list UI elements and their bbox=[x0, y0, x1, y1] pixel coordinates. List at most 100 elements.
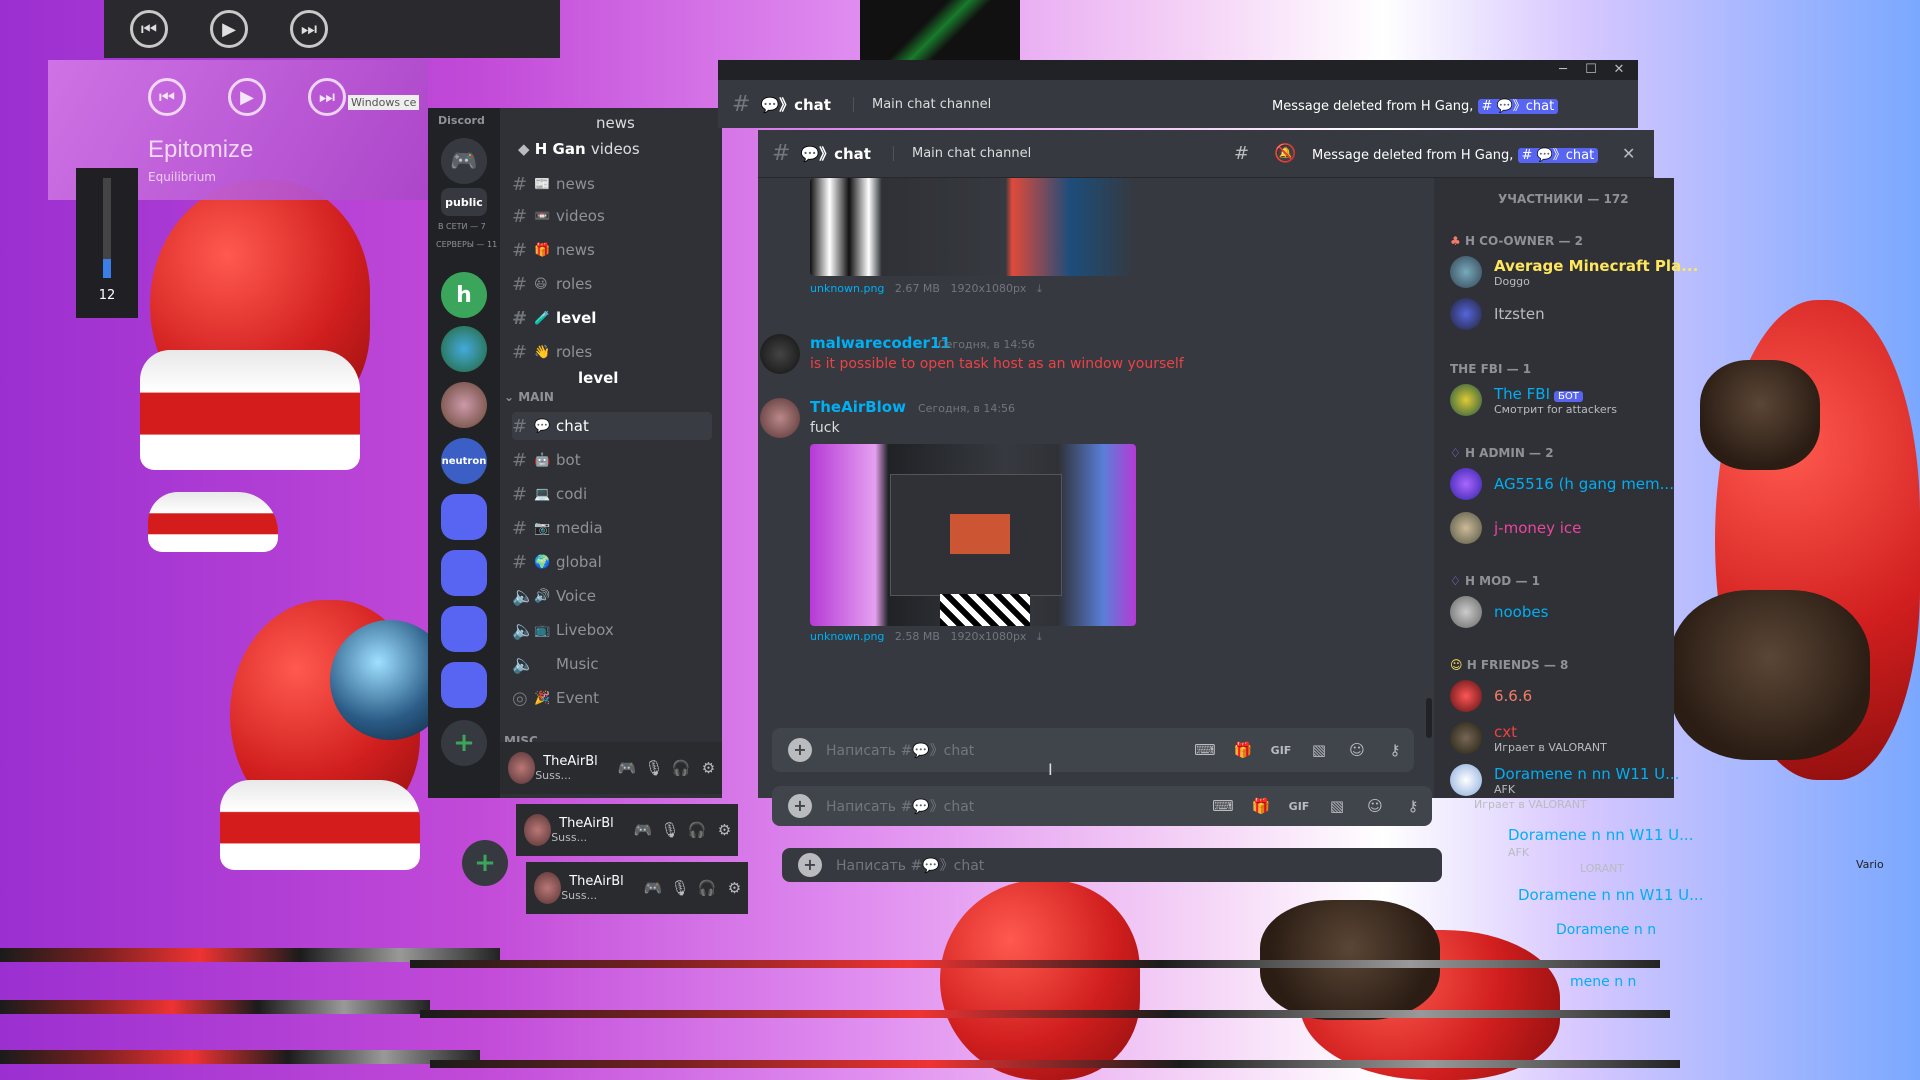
sticker-icon[interactable]: ▧ bbox=[1300, 741, 1338, 759]
member-status-echo: LORANT bbox=[1580, 862, 1625, 875]
hash-icon: # bbox=[772, 141, 791, 166]
server-folder-icon[interactable] bbox=[441, 550, 487, 596]
server-avatar-icon[interactable] bbox=[441, 382, 487, 428]
gamepad-icon[interactable]: 🎮 bbox=[613, 759, 640, 777]
mute-icon: 🎙 bbox=[660, 821, 680, 839]
server-name[interactable]: ◆ H Gan videos bbox=[500, 140, 722, 170]
message-author[interactable]: malwarecoder11 bbox=[810, 334, 951, 352]
headphones-icon: 🎧 bbox=[687, 821, 707, 839]
channel-level[interactable]: # 🧪 level bbox=[512, 304, 712, 332]
image-attachment[interactable] bbox=[810, 178, 1136, 276]
play-button[interactable]: ▶ bbox=[228, 78, 266, 116]
message-input-echo: + Написать #💬》chat ⌨ 🎁 GIF ▧ ☺ ⚷ bbox=[772, 786, 1432, 826]
threads-icon[interactable]: # bbox=[1234, 143, 1249, 164]
scrollbar[interactable] bbox=[1426, 698, 1432, 738]
message-input-placeholder: Написать #💬》chat bbox=[826, 743, 975, 759]
user-info[interactable]: TheAirBl Suss... bbox=[535, 754, 613, 782]
member-name-echo: Doramene n nn W11 U... bbox=[1508, 826, 1694, 844]
member-item[interactable]: 6.6.6 bbox=[1450, 676, 1532, 716]
server-folder-icon[interactable] bbox=[441, 606, 487, 652]
channel-roles[interactable]: # 😃 roles bbox=[512, 270, 712, 298]
add-server-button[interactable]: + bbox=[441, 720, 487, 766]
message-input[interactable]: + Написать #💬》chat ⌨ 🎁 GIF ▧ ☺ ⚷ bbox=[772, 728, 1414, 772]
channel-chat[interactable]: # 💬 chat bbox=[512, 412, 712, 440]
server-h-icon[interactable]: h bbox=[441, 272, 487, 318]
avatar[interactable] bbox=[508, 752, 536, 784]
avatar bbox=[1450, 722, 1482, 754]
server-folder-icon[interactable] bbox=[441, 494, 487, 540]
keyboard-icon[interactable]: ⌨ bbox=[1186, 741, 1224, 759]
category-main[interactable]: ⌄ MAIN bbox=[504, 390, 554, 404]
avatar[interactable] bbox=[760, 334, 800, 374]
previous-track-button[interactable]: ⏮ bbox=[148, 78, 186, 116]
member-item[interactable]: Average Minecraft Pla... Doggo bbox=[1450, 252, 1698, 292]
channel-name: 💬》chat bbox=[800, 145, 871, 163]
channel-global[interactable]: # 🌍 global bbox=[512, 548, 712, 576]
discord-home-icon[interactable]: 🎮 bbox=[441, 138, 487, 184]
channel-roles-2[interactable]: # 👋 roles bbox=[512, 338, 712, 366]
mute-icon[interactable]: 🎙 bbox=[640, 759, 667, 777]
add-server-button[interactable]: + bbox=[462, 840, 508, 886]
close-button[interactable]: ✕ bbox=[1606, 60, 1632, 80]
channel-emoji: 🔊 bbox=[534, 588, 551, 604]
member-item[interactable]: The FBI БОТ Смотрит for attackers bbox=[1450, 380, 1617, 420]
member-item[interactable]: j-money ice bbox=[1450, 508, 1581, 548]
chat-area: unknown.png 2.67 MB 1920x1080px ⤓ malwar… bbox=[758, 178, 1434, 798]
minimize-button[interactable]: ─ bbox=[1550, 60, 1576, 80]
channel-media[interactable]: # 📷 media bbox=[512, 514, 712, 542]
logo-art bbox=[860, 0, 1020, 60]
maximize-button[interactable]: ☐ bbox=[1578, 60, 1604, 80]
voice-channel-voice[interactable]: 🔈 🔊 Voice bbox=[512, 582, 712, 610]
emoji-icon[interactable]: ☺ bbox=[1338, 741, 1376, 759]
voice-channel-livebox[interactable]: 🔈 📺 Livebox bbox=[512, 616, 712, 644]
key-icon[interactable]: ⚷ bbox=[1376, 741, 1414, 759]
channel-bot[interactable]: # 🤖 bot bbox=[512, 446, 712, 474]
server-globe-icon[interactable] bbox=[441, 326, 487, 372]
server-folder-icon[interactable] bbox=[441, 662, 487, 708]
glitch-strip bbox=[420, 1010, 1670, 1018]
notification-bell-icon[interactable]: 🔕 bbox=[1274, 143, 1296, 164]
channel-emoji: 🧪 bbox=[534, 310, 551, 326]
attachment-link[interactable]: unknown.png bbox=[810, 630, 884, 643]
gift-icon[interactable]: 🎁 bbox=[1224, 741, 1262, 759]
channel-videos[interactable]: # 📼 videos bbox=[512, 202, 712, 230]
member-name-echo: Doramene n nn W11 U... bbox=[1518, 886, 1704, 904]
role-group-admin: ♢ H ADMIN — 2 bbox=[1450, 446, 1554, 460]
member-item[interactable]: AG5516 (h gang mem... bbox=[1450, 464, 1674, 504]
member-item[interactable]: Doramene n nn W11 U... AFK bbox=[1450, 760, 1679, 800]
channel-coding[interactable]: # 💻 codi bbox=[512, 480, 712, 508]
channel-label: media bbox=[556, 519, 603, 537]
download-icon[interactable]: ⤓ bbox=[1037, 630, 1042, 643]
member-item[interactable]: Itzsten bbox=[1450, 294, 1545, 334]
download-icon[interactable]: ⤓ bbox=[1037, 282, 1042, 295]
member-name: cxt bbox=[1494, 722, 1518, 741]
member-item[interactable]: cxt Играет в VALORANT bbox=[1450, 718, 1607, 758]
play-button[interactable]: ▶ bbox=[210, 10, 248, 48]
server-name-label: H Gan bbox=[534, 140, 586, 158]
headphones-icon[interactable]: 🎧 bbox=[668, 759, 695, 777]
toast-close-icon[interactable]: ✕ bbox=[1622, 144, 1635, 163]
voice-channel-music[interactable]: 🔈 Music bbox=[512, 650, 712, 678]
gear-icon: ⚙ bbox=[727, 879, 742, 897]
gif-button[interactable]: GIF bbox=[1262, 744, 1300, 757]
sticker-icon: ▧ bbox=[1329, 797, 1345, 815]
window-caption: Windows ce bbox=[348, 95, 420, 110]
attach-plus-icon[interactable]: + bbox=[788, 738, 812, 762]
stage-channel-event[interactable]: ◎ 🎉 Event bbox=[512, 684, 712, 712]
gear-icon[interactable]: ⚙ bbox=[695, 759, 722, 777]
next-track-button[interactable]: ⏭ bbox=[290, 10, 328, 48]
volume-slider[interactable]: 12 bbox=[76, 168, 138, 318]
message-input-placeholder: Написать #💬》chat bbox=[826, 799, 975, 815]
public-server-button[interactable]: public bbox=[441, 188, 487, 216]
media-player-controls-back: ⏮ ▶ ⏭ bbox=[104, 0, 560, 58]
channel-news-2[interactable]: # 🎁 news bbox=[512, 236, 712, 264]
image-attachment[interactable] bbox=[810, 444, 1136, 626]
message-author[interactable]: TheAirBlow bbox=[810, 398, 906, 416]
next-track-button[interactable]: ⏭ bbox=[308, 78, 346, 116]
previous-track-button[interactable]: ⏮ bbox=[130, 10, 168, 48]
member-item[interactable]: noobes bbox=[1450, 592, 1548, 632]
channel-news[interactable]: # 📰 news bbox=[512, 170, 712, 198]
attachment-link[interactable]: unknown.png bbox=[810, 282, 884, 295]
avatar[interactable] bbox=[760, 398, 800, 438]
server-neutron-icon[interactable]: neutron bbox=[441, 438, 487, 484]
